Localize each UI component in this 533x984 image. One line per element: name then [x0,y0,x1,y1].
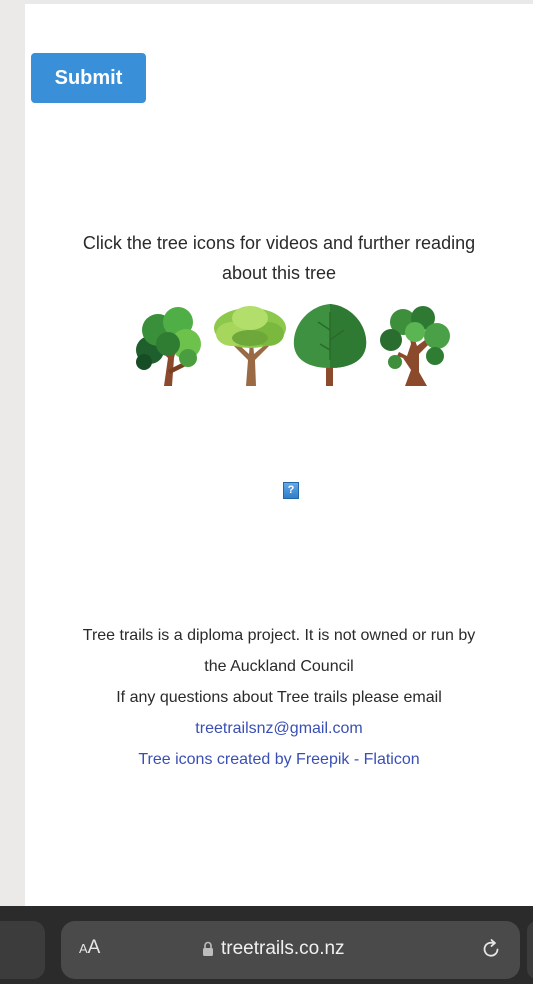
url-field[interactable]: AA treetrails.co.nz [61,921,520,979]
tree-icon-3[interactable] [290,300,370,388]
browser-address-bar: AA treetrails.co.nz [0,906,533,984]
text-size-large-a: A [87,937,101,958]
footer-disclaimer-line-2: the Auckland Council [204,658,354,675]
previous-tab-stub[interactable] [0,921,45,979]
icon-credit-link[interactable]: Tree icons created by Freepik - Flaticon [138,751,419,768]
tree-icon-1[interactable] [128,300,208,388]
lock-icon [203,941,213,956]
submit-button[interactable]: Submit [31,53,146,103]
instructions-line-1: Click the tree icons for videos and furt… [82,233,476,253]
tree-icons-row [25,300,533,390]
tree-icon-4[interactable] [375,300,455,388]
next-tab-stub[interactable] [527,921,533,979]
url-text: treetrails.co.nz [221,938,345,959]
footer-contact-text: If any questions about Tree trails pleas… [116,689,442,706]
tree-icon-2[interactable] [210,300,290,388]
instructions-line-2: about this tree [221,263,337,283]
text-size-button[interactable]: AA [79,937,100,959]
reload-icon[interactable] [479,937,503,961]
text-size-small-a: A [79,941,88,956]
email-link[interactable]: treetrailsnz@gmail.com [195,720,362,737]
footer: Tree trails is a diploma project. It is … [25,620,533,775]
footer-disclaimer-line-1: Tree trails is a diploma project. It is … [82,627,476,644]
top-strip [25,0,533,4]
help-icon[interactable]: ? [283,482,299,499]
tree-instructions: Click the tree icons for videos and furt… [25,228,533,288]
